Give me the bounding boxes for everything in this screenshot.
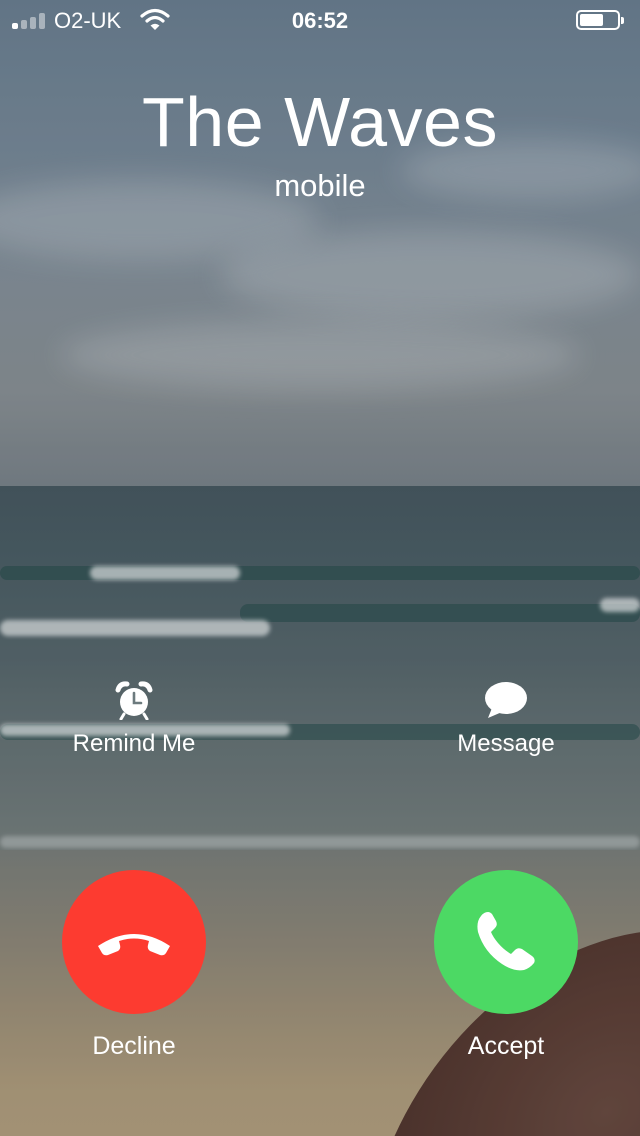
caller-number-label: mobile — [274, 168, 366, 203]
alarm-clock-icon — [115, 681, 153, 720]
status-time: 06:52 — [291, 8, 349, 33]
incoming-call-screen: O2-UK 06:52 The Waves mobile Remind Me M… — [0, 0, 640, 1136]
status-bar: O2-UK 06:52 — [0, 0, 640, 40]
phone-hangup-icon — [98, 934, 170, 956]
accept-button[interactable] — [434, 870, 578, 1014]
battery-icon — [576, 10, 624, 30]
message-label: Message — [457, 730, 555, 757]
decline-button[interactable] — [62, 870, 206, 1014]
remind-me-button[interactable]: Remind Me — [24, 680, 244, 758]
phone-icon — [477, 912, 535, 971]
remind-me-label: Remind Me — [72, 730, 196, 757]
message-button[interactable]: Message — [396, 680, 616, 758]
speech-bubble-icon — [485, 682, 527, 718]
decline-label: Decline — [92, 1032, 176, 1060]
caller-name: The Waves — [142, 83, 498, 161]
accept-label: Accept — [467, 1032, 545, 1060]
